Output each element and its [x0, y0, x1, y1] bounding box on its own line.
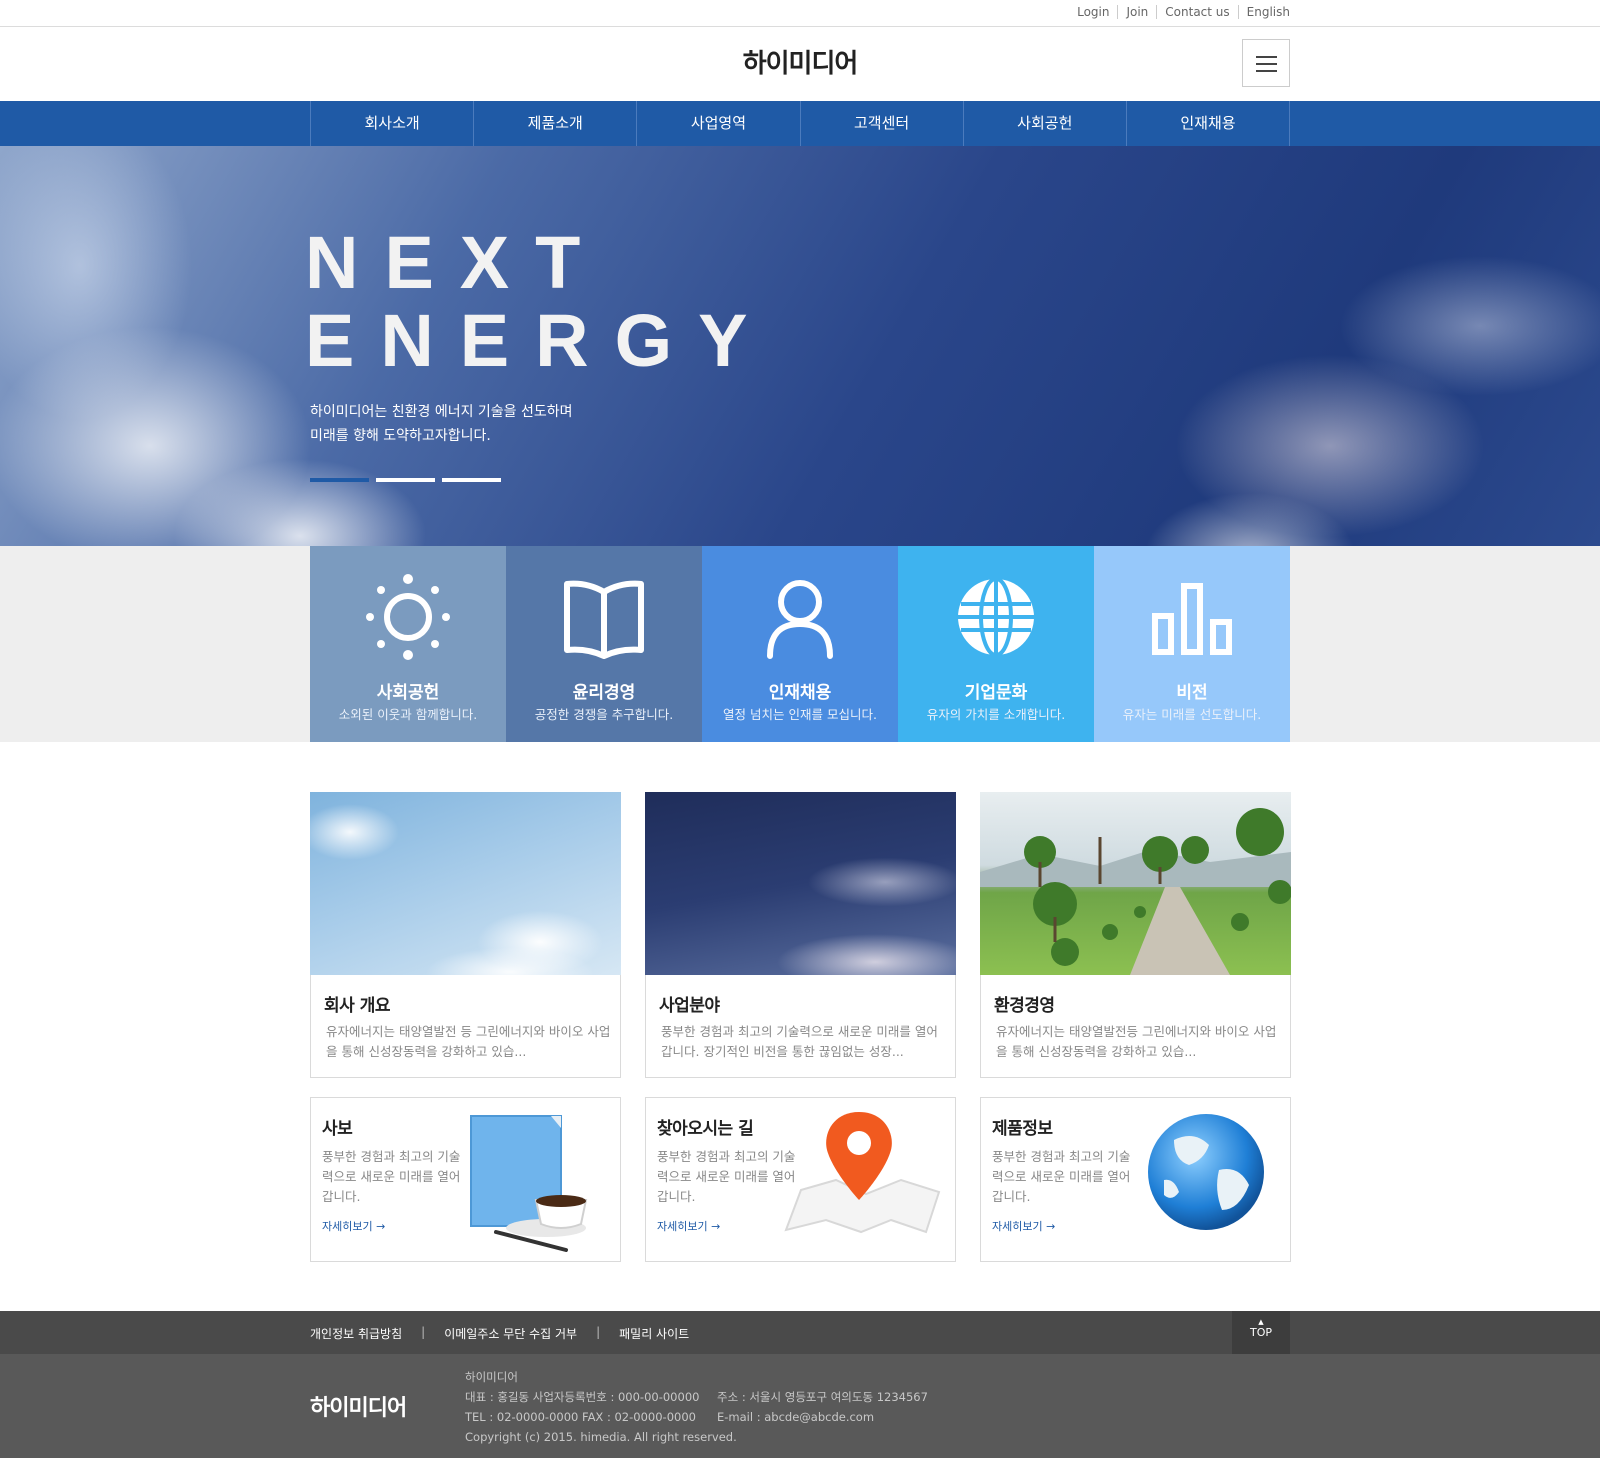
card-desc: 풍부한 경험과 최고의 기술력으로 새로운 미래를 열어갑니다. 장기적인 비전… — [661, 1024, 938, 1059]
hero-title-line1: NEXT — [305, 221, 607, 304]
utility-nav: Login Join Contact us English — [1069, 5, 1290, 19]
copyright: Copyright (c) 2015. himedia. All right r… — [465, 1430, 737, 1444]
contact-link[interactable]: Contact us — [1156, 5, 1237, 19]
nav-item-products[interactable]: 제품소개 — [474, 101, 638, 146]
hamburger-icon-bar — [1256, 63, 1277, 65]
box-product-info[interactable]: 제품정보 풍부한 경험과 최고의 기술력으로 새로운 미래를 열어갑니다. 자세… — [980, 1097, 1291, 1262]
quick-link-title: 인재채용 — [768, 683, 832, 703]
earth-globe-icon — [1148, 1114, 1264, 1230]
quick-link-recruit[interactable]: 인재채용 열정 넘치는 인재를 모십니다. — [702, 546, 898, 742]
address: 주소 : 서울시 영등포구 여의도동 1234567 — [717, 1390, 928, 1404]
box-desc: 풍부한 경험과 최고의 기술력으로 새로운 미래를 열어갑니다. — [322, 1149, 461, 1204]
globe-icon — [958, 577, 1034, 657]
family-site-link[interactable]: 패밀리 사이트 — [619, 1325, 689, 1342]
english-link[interactable]: English — [1237, 5, 1290, 19]
box-title: 찾아오시는 길 — [657, 1119, 754, 1139]
card-title: 환경경영 — [994, 996, 1055, 1016]
login-link[interactable]: Login — [1069, 5, 1117, 19]
tel-fax: TEL : 02-0000-0000 FAX : 02-0000-0000 — [465, 1410, 696, 1424]
more-link[interactable]: 자세히보기 → — [992, 1218, 1055, 1234]
user-icon — [767, 580, 833, 659]
slide-indicator-3[interactable] — [442, 478, 501, 482]
main-nav: 회사소개 제품소개 사업영역 고객센터 사회공헌 인재채용 — [0, 101, 1600, 146]
park-illustration — [980, 808, 1291, 975]
quick-link-desc: 소외된 이웃과 함께합니다. — [338, 707, 478, 722]
bar-chart-icon — [1152, 583, 1232, 655]
hero-title-line2: ENERGY — [305, 299, 774, 382]
card-desc: 유자에너지는 태양열발전 등 그린에너지와 바이오 사업을 통해 신성장동력을 … — [326, 1024, 611, 1059]
hero-desc-line1: 하이미디어는 친환경 에너지 기술을 선도하며 — [310, 404, 573, 420]
card-image-sky — [310, 792, 621, 975]
scroll-top-button[interactable]: ▲ TOP — [1232, 1311, 1290, 1354]
quick-link-desc: 유자는 미래를 선도합니다. — [1122, 707, 1262, 722]
more-link[interactable]: 자세히보기 → — [657, 1218, 720, 1234]
box-title: 제품정보 — [992, 1119, 1053, 1139]
ceo-business-number: 대표 : 홍길동 사업자등록번호 : 000-00-00000 — [465, 1390, 700, 1404]
quick-link-desc: 유자의 가치를 소개합니다. — [926, 707, 1066, 722]
map-pin-icon — [784, 1112, 941, 1234]
nav-item-company[interactable]: 회사소개 — [311, 101, 475, 146]
footer-logo: 하이미디어 — [310, 1396, 407, 1421]
email-refusal-link[interactable]: 이메일주소 무단 수집 거부 — [444, 1325, 577, 1342]
card-image-park — [980, 792, 1291, 975]
slide-indicator-2[interactable] — [376, 478, 435, 482]
sun-icon — [366, 574, 450, 660]
quick-link-desc: 열정 넘치는 인재를 모십니다. — [723, 707, 877, 722]
slide-indicator-1[interactable] — [310, 478, 369, 482]
quick-link-culture[interactable]: 기업문화 유자의 가치를 소개합니다. — [898, 546, 1094, 742]
company-name: 하이미디어 — [465, 1370, 518, 1384]
card-title: 회사 개요 — [324, 996, 390, 1016]
card-title: 사업분야 — [659, 996, 720, 1016]
quick-link-title: 사회공헌 — [376, 683, 440, 703]
box-newsletter[interactable]: 사보 풍부한 경험과 최고의 기술력으로 새로운 미래를 열어갑니다. 자세히보… — [310, 1097, 621, 1262]
quick-link-title: 윤리경영 — [572, 683, 636, 703]
hero-desc-line2: 미래를 향해 도약하고자합니다. — [310, 428, 491, 444]
brochure-coffee-icon — [470, 1115, 588, 1252]
nav-item-careers[interactable]: 인재채용 — [1127, 101, 1291, 146]
hamburger-icon-bar — [1256, 70, 1277, 72]
quick-link-title: 비전 — [1176, 683, 1208, 703]
quick-link-vision[interactable]: 비전 유자는 미래를 선도합니다. — [1094, 546, 1290, 742]
site-logo[interactable]: 하이미디어 — [0, 43, 1600, 80]
box-directions[interactable]: 찾아오시는 길 풍부한 경험과 최고의 기술력으로 새로운 미래를 열어갑니다.… — [645, 1097, 956, 1262]
top-label: TOP — [1249, 1326, 1272, 1339]
nav-item-support[interactable]: 고객센터 — [801, 101, 964, 146]
hero-title: NEXT ENERGY — [305, 224, 774, 380]
quick-link-ethics[interactable]: 윤리경영 공정한 경쟁을 추구합니다. — [506, 546, 702, 742]
hero-description: 하이미디어는 친환경 에너지 기술을 선도하며 미래를 향해 도약하고자합니다. — [310, 400, 573, 448]
card-company-overview[interactable]: 회사 개요 유자에너지는 태양열발전 등 그린에너지와 바이오 사업을 통해 신… — [310, 792, 621, 1078]
card-desc: 유자에너지는 태양열발전등 그린에너지와 바이오 사업을 통해 신성장동력을 강… — [996, 1024, 1277, 1059]
hero-banner: NEXT ENERGY 하이미디어는 친환경 에너지 기술을 선도하며 미래를 … — [0, 146, 1600, 546]
header: 하이미디어 — [0, 27, 1600, 101]
card-environment[interactable]: 환경경영 유자에너지는 태양열발전등 그린에너지와 바이오 사업을 통해 신성장… — [980, 792, 1291, 1078]
box-title: 사보 — [322, 1119, 353, 1139]
divider: | — [596, 1325, 601, 1339]
arrow-up-icon: ▲ — [1258, 1318, 1264, 1326]
join-link[interactable]: Join — [1117, 5, 1156, 19]
company-info: 하이미디어 대표 : 홍길동 사업자등록번호 : 000-00-00000 주소… — [465, 1367, 928, 1447]
slider-pagination — [310, 478, 501, 482]
nav-item-csr[interactable]: 사회공헌 — [964, 101, 1127, 146]
nav-item-business[interactable]: 사업영역 — [637, 101, 801, 146]
quick-link-desc: 공정한 경쟁을 추구합니다. — [534, 707, 674, 722]
quick-link-title: 기업문화 — [964, 683, 1028, 703]
privacy-policy-link[interactable]: 개인정보 취급방침 — [310, 1325, 402, 1342]
card-image-night-sky — [645, 792, 956, 975]
card-business-area[interactable]: 사업분야 풍부한 경험과 최고의 기술력으로 새로운 미래를 열어갑니다. 장기… — [645, 792, 956, 1078]
divider: | — [421, 1325, 426, 1339]
hamburger-icon — [1256, 56, 1277, 58]
utility-bar: Login Join Contact us English — [0, 0, 1600, 27]
quick-link-csr[interactable]: 사회공헌 소외된 이웃과 함께합니다. — [310, 546, 506, 742]
box-desc: 풍부한 경험과 최고의 기술력으로 새로운 미래를 열어갑니다. — [992, 1149, 1131, 1204]
footer: 하이미디어 하이미디어 대표 : 홍길동 사업자등록번호 : 000-00-00… — [0, 1354, 1600, 1458]
quick-links: 사회공헌 소외된 이웃과 함께합니다. 윤리경영 공정한 경쟁을 추구합니다. … — [310, 546, 1290, 742]
book-icon — [564, 580, 644, 659]
email: E-mail : abcde@abcde.com — [717, 1410, 875, 1424]
hamburger-menu-button[interactable] — [1242, 39, 1290, 87]
footer-nav: 개인정보 취급방침 | 이메일주소 무단 수집 거부 | 패밀리 사이트 ▲ T… — [0, 1311, 1600, 1354]
more-link[interactable]: 자세히보기 → — [322, 1218, 385, 1234]
